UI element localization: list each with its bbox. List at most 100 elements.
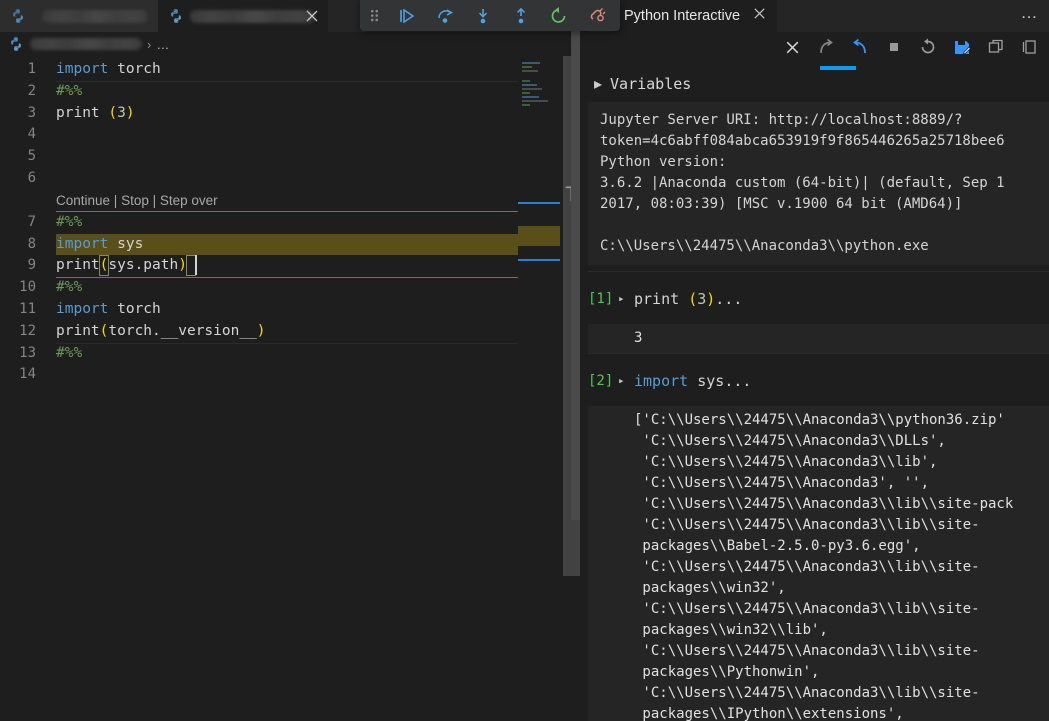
code-token: print <box>56 257 100 274</box>
line-number: 2 <box>27 82 36 99</box>
interactive-cell[interactable]: [2] ▸ import sys... ['C:\\Users\\24475\\Ana… <box>588 354 1049 721</box>
step-into-button[interactable] <box>464 0 502 31</box>
line-number: 6 <box>27 170 36 186</box>
line-number: 10 <box>19 279 36 296</box>
code-token: #%% <box>56 82 83 99</box>
more-actions-icon[interactable]: … <box>1021 3 1040 23</box>
code-line[interactable]: 1 import torch <box>0 59 520 81</box>
variables-section-header[interactable]: ▸ Variables <box>588 70 1049 98</box>
line-number: 5 <box>27 148 36 165</box>
code-lines[interactable]: 1 import torch 2 #%% 3 print (3) 4 5 6 Continue |… <box>0 56 520 721</box>
code-token: sys <box>108 235 144 252</box>
bracket-match-highlight <box>99 255 109 277</box>
cell-source-text: print (3)... <box>634 286 742 312</box>
restart-button[interactable] <box>540 0 578 31</box>
line-number: 3 <box>27 104 36 121</box>
line-text: #%% <box>56 212 82 234</box>
code-line[interactable]: 11 import torch <box>0 299 520 321</box>
expand-all-button[interactable] <box>979 32 1013 62</box>
step-out-button[interactable] <box>502 0 540 31</box>
code-token: ) <box>256 322 266 339</box>
code-token: import <box>634 372 689 390</box>
interactive-tab-title: Python Interactive <box>624 8 741 24</box>
close-icon[interactable] <box>752 6 767 26</box>
interactive-output-area[interactable]: Jupyter Server URI: http://localhost:888… <box>588 102 1049 721</box>
code-line[interactable]: 4 <box>0 124 520 146</box>
cell-source-row[interactable]: [1] ▸ print (3)... <box>588 286 1049 312</box>
breadcrumb-more[interactable]: … <box>156 37 170 52</box>
code-line[interactable]: 5 <box>0 146 520 168</box>
chevron-right-icon[interactable]: ▸ <box>618 375 625 386</box>
tab-python-interactive[interactable]: Python Interactive <box>612 0 778 32</box>
line-text: print(torch.__version__) <box>56 321 266 343</box>
cell-list[interactable]: [1] ▸ print (3)... 3 [2] ▸ import sys... ['C:\\… <box>588 272 1049 721</box>
editor-tab-active[interactable] <box>158 0 328 32</box>
code-token: 3 <box>117 104 126 121</box>
python-file-icon <box>8 36 24 52</box>
line-text: print(sys.path) <box>56 255 187 277</box>
interactive-cell[interactable]: [1] ▸ print (3)... 3 <box>588 272 1049 354</box>
codelens-continue[interactable]: Continue <box>56 193 110 208</box>
code-token: ) <box>125 104 135 121</box>
close-panel-button[interactable] <box>775 32 809 62</box>
code-token: print <box>634 290 689 308</box>
minimap[interactable] <box>518 56 560 721</box>
interactive-tab-bar: Python Interactive … <box>580 0 1049 32</box>
chevron-right-icon[interactable]: ▸ <box>594 74 602 94</box>
cell-source-row[interactable]: [2] ▸ import sys... <box>588 368 1049 394</box>
chevron-right-icon[interactable]: ▸ <box>618 293 625 304</box>
code-line[interactable]: 8 import sys <box>0 234 520 256</box>
line-number: 7 <box>27 213 36 230</box>
breadcrumb[interactable]: › … <box>0 32 580 56</box>
code-token: ) <box>706 290 716 308</box>
step-over-button[interactable] <box>426 0 464 31</box>
line-text: #%% <box>56 343 82 365</box>
editor-tab-inactive-label <box>42 9 148 23</box>
code-line[interactable]: 10 #%% <box>0 277 520 299</box>
code-line[interactable]: 2 #%% <box>0 81 520 103</box>
export-as-notebook-button[interactable] <box>945 32 979 62</box>
code-line[interactable]: 9 print(sys.path) <box>0 255 520 277</box>
code-line[interactable]: 14 <box>0 364 520 386</box>
breadcrumb-file-label <box>30 38 142 50</box>
editor-tab-inactive[interactable] <box>0 0 158 32</box>
code-token: #%% <box>56 213 83 230</box>
codelens-debug-actions[interactable]: Continue | Stop | Step over <box>0 190 520 212</box>
line-number: 4 <box>27 126 36 143</box>
code-line[interactable]: 13 #%% <box>0 343 520 365</box>
redo-button[interactable] <box>809 32 843 62</box>
cell-output-text: 3 <box>634 330 643 346</box>
code-token: 3 <box>697 290 707 308</box>
code-token: sys.path <box>108 257 179 274</box>
codelens-stop[interactable]: Stop <box>121 193 149 208</box>
code-line[interactable]: 12 print(torch.__version__) <box>0 321 520 343</box>
collapse-all-button[interactable] <box>1013 32 1047 62</box>
cell-output: 3 <box>588 324 1049 353</box>
interrupt-kernel-button[interactable] <box>877 32 911 62</box>
debug-toolbar[interactable] <box>360 0 620 31</box>
cell-output: ['C:\\Users\\24475\\Anaconda3\\python36.… <box>588 406 1049 721</box>
execution-count: [2] <box>588 373 614 389</box>
code-token: import <box>56 301 109 317</box>
execution-count: [1] <box>588 291 614 307</box>
line-text: #%% <box>56 277 82 299</box>
line-number: 13 <box>19 344 36 361</box>
code-editor[interactable]: 1 import torch 2 #%% 3 print (3) 4 5 6 Continue |… <box>0 56 580 721</box>
line-text: print (3) <box>56 103 135 125</box>
code-token: ( <box>688 290 698 308</box>
codelens-step-over[interactable]: Step over <box>160 193 218 208</box>
code-line[interactable]: 3 print (3) <box>0 103 520 125</box>
text-cursor <box>195 255 197 276</box>
python-file-icon <box>168 8 184 24</box>
close-icon[interactable] <box>304 8 320 24</box>
undo-button[interactable] <box>843 32 877 62</box>
code-token: print <box>56 104 109 121</box>
restart-kernel-button[interactable] <box>911 32 945 62</box>
code-line[interactable]: 6 <box>0 168 520 190</box>
continue-button[interactable] <box>388 0 426 31</box>
code-token: torch.__version__ <box>108 322 257 339</box>
drag-handle-icon[interactable] <box>360 0 388 31</box>
code-token: #%% <box>56 344 83 361</box>
disconnect-button[interactable] <box>578 0 616 31</box>
code-line[interactable]: 7 #%% <box>0 212 520 234</box>
